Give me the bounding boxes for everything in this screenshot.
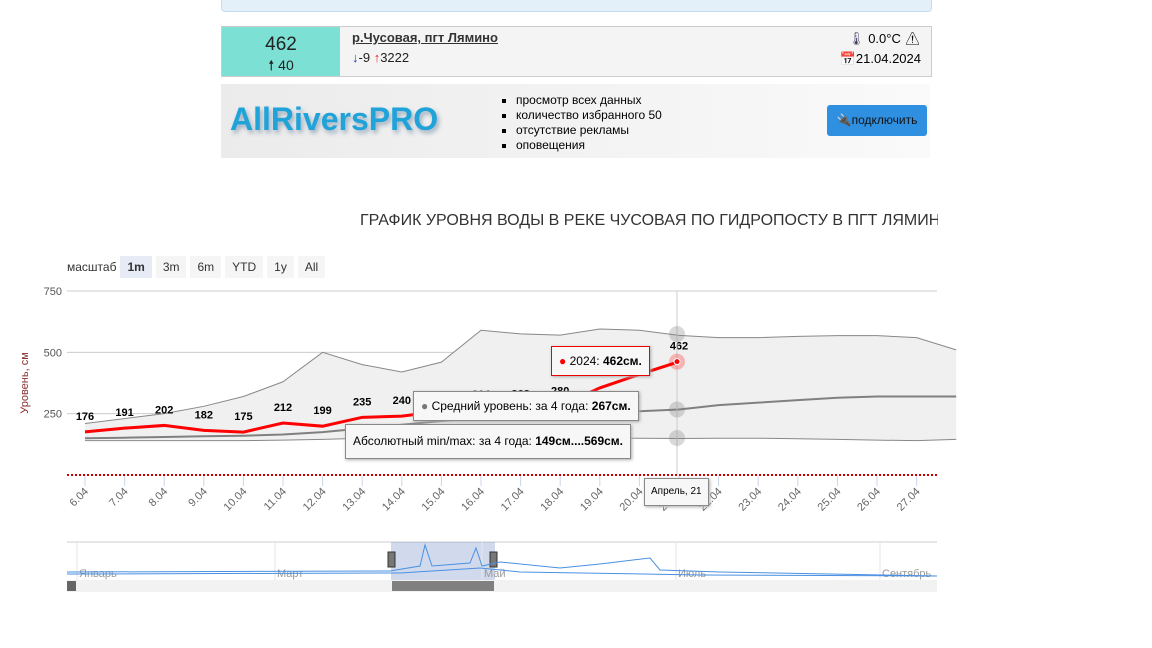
x-tick-label: 7.04: [107, 486, 131, 510]
hover-marker: [669, 430, 685, 446]
hover-marker: [669, 326, 685, 342]
x-tick-label: 16.04: [459, 486, 487, 514]
x-tick-label: 9.04: [186, 486, 210, 510]
x-tick-label: 25.04: [816, 486, 844, 514]
data-label: 176: [76, 411, 94, 423]
navigator-handle-right[interactable]: [489, 551, 498, 568]
x-tick-label: 12.04: [301, 486, 329, 514]
x-tick-label: 13.04: [340, 486, 368, 514]
x-tick-label: 20.04: [618, 486, 646, 514]
x-tick-label: 14.04: [380, 486, 408, 514]
tooltip-value: 462см.: [602, 354, 642, 368]
data-label: 191: [115, 407, 133, 419]
x-tick-label: 17.04: [499, 486, 527, 514]
x-tick-label: 11.04: [262, 486, 289, 513]
hover-point: [673, 358, 681, 366]
tooltip-minmax: Абсолютный min/max: за 4 года: 149см....…: [345, 424, 632, 459]
data-label: 202: [155, 404, 173, 416]
tooltip-label: Средний уровень: за 4 года:: [431, 399, 592, 413]
navigator-month-label: Июль: [678, 568, 706, 580]
x-tick-label: 6.04: [67, 486, 91, 510]
tooltip-value: 267см.: [591, 399, 631, 413]
y-tick-label: 250: [44, 409, 62, 421]
tooltip-average: ● Средний уровень: за 4 года: 267см.: [413, 391, 639, 421]
navigator-selection: [391, 542, 495, 580]
x-tick-label: 24.04: [776, 486, 804, 514]
x-tick-label: 15.04: [420, 486, 448, 514]
y-tick-label: 750: [44, 286, 62, 298]
data-label: 212: [274, 402, 292, 414]
water-level-chart[interactable]: 250 500 750 Уровень, см 176 191 202 182 175 212 19…: [0, 0, 1152, 648]
hover-marker: [669, 401, 685, 418]
tooltip-date: Апрель, 21: [644, 478, 709, 506]
tooltip-label: Абсолютный min/max: за 4 года:: [353, 434, 536, 448]
x-tick-label: 18.04: [538, 486, 566, 514]
y-axis-label: Уровень, см: [19, 352, 31, 414]
data-label: 240: [393, 395, 411, 407]
tooltip-current: ● 2024: 462см.: [551, 346, 650, 376]
tooltip-label: 2024:: [569, 354, 603, 368]
data-label: 199: [313, 405, 331, 417]
tooltip-value: 149см....569см.: [535, 434, 624, 448]
data-label: 235: [353, 396, 371, 408]
x-tick-label: 19.04: [578, 486, 606, 514]
data-label: 462: [670, 341, 688, 353]
data-label: 182: [195, 409, 213, 421]
navigator-handle-left[interactable]: [387, 551, 396, 568]
y-tick-label: 500: [44, 347, 62, 359]
data-label: 175: [234, 411, 252, 423]
scrollbar-thumb[interactable]: [392, 581, 494, 591]
x-tick-label: 23.04: [736, 486, 764, 514]
x-tick-label: 26.04: [855, 486, 883, 514]
navigator-month-label: Сентябрь: [882, 568, 932, 580]
navigator-month-label: Март: [277, 568, 303, 580]
scroll-left-button[interactable]: [67, 581, 76, 591]
x-tick-label: 27.04: [895, 486, 923, 514]
scrollbar-track: [67, 580, 937, 592]
x-tick-label: 10.04: [222, 486, 250, 514]
x-tick-label: 8.04: [147, 486, 171, 510]
